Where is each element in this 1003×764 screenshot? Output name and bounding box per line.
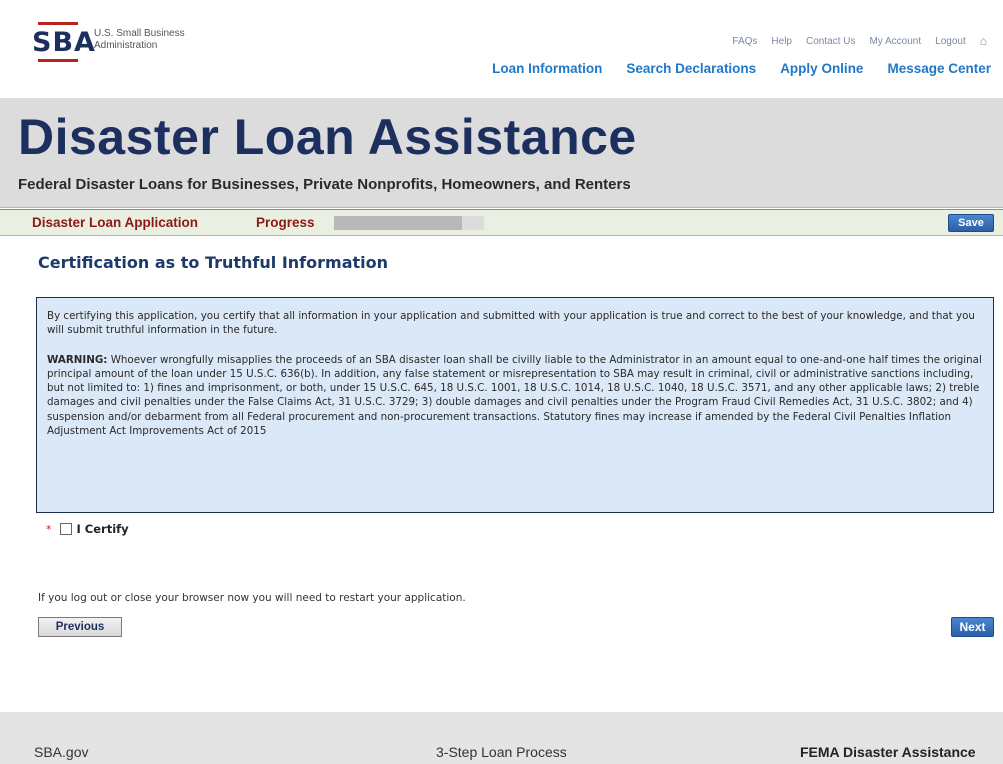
my-account-link[interactable]: My Account	[869, 36, 921, 47]
application-progress-bar: Disaster Loan Application Progress Save	[0, 209, 1003, 236]
logo-text-line1: U.S. Small Business	[94, 28, 185, 39]
site-header: SBA U.S. Small Business Administration F…	[0, 0, 1003, 98]
certify-label[interactable]: I Certify	[77, 522, 129, 536]
progress-track	[334, 216, 484, 230]
footer-fema-link[interactable]: FEMA Disaster Assistance	[800, 744, 976, 760]
previous-button[interactable]: Previous	[38, 617, 122, 637]
footer-loan-process-link[interactable]: 3-Step Loan Process	[436, 744, 567, 760]
certification-box: By certifying this application, you cert…	[36, 297, 994, 513]
logo-letters: SBA	[32, 27, 96, 58]
main-nav: Loan Information Search Declarations App…	[492, 61, 991, 76]
required-marker: *	[46, 522, 52, 536]
nav-apply-online[interactable]: Apply Online	[780, 61, 863, 76]
banner-subtitle: Federal Disaster Loans for Businesses, P…	[18, 176, 631, 193]
nav-loan-information[interactable]: Loan Information	[492, 61, 602, 76]
home-icon[interactable]: ⌂	[980, 34, 987, 48]
nav-message-center[interactable]: Message Center	[887, 61, 991, 76]
logo-text: U.S. Small Business Administration	[94, 28, 185, 52]
sba-logo-mark: SBA	[24, 18, 95, 66]
certify-row: * I Certify	[46, 522, 129, 536]
logo-bar-top	[38, 22, 78, 25]
footer-sba-gov-link[interactable]: SBA.gov	[34, 744, 88, 760]
logo-text-line2: Administration	[94, 40, 158, 51]
contact-us-link[interactable]: Contact Us	[806, 36, 855, 47]
warning-label: WARNING:	[47, 353, 108, 366]
banner-title: Disaster Loan Assistance	[18, 109, 637, 165]
sba-logo[interactable]: SBA U.S. Small Business Administration	[24, 18, 185, 66]
progress-label: Progress	[256, 215, 315, 230]
page-banner: Disaster Loan Assistance Federal Disaste…	[0, 98, 1003, 208]
logout-note: If you log out or close your browser now…	[38, 592, 466, 604]
site-footer: SBA.gov 3-Step Loan Process FEMA Disaste…	[0, 712, 1003, 764]
utility-links: FAQs Help Contact Us My Account Logout ⌂	[732, 34, 987, 48]
help-link[interactable]: Help	[771, 36, 792, 47]
progress-fill	[334, 216, 462, 230]
nav-search-declarations[interactable]: Search Declarations	[626, 61, 756, 76]
save-button[interactable]: Save	[948, 214, 994, 232]
next-button[interactable]: Next	[951, 617, 994, 637]
logout-link[interactable]: Logout	[935, 36, 966, 47]
warning-paragraph: WARNING: Whoever wrongfully misapplies t…	[47, 353, 983, 439]
certify-checkbox[interactable]	[59, 523, 72, 535]
application-title: Disaster Loan Application	[32, 215, 199, 230]
faqs-link[interactable]: FAQs	[732, 36, 757, 47]
certification-paragraph: By certifying this application, you cert…	[47, 310, 975, 337]
warning-text: Whoever wrongfully misapplies the procee…	[47, 353, 982, 438]
section-title: Certification as to Truthful Information	[38, 253, 388, 272]
logo-bar-bottom	[38, 59, 78, 62]
